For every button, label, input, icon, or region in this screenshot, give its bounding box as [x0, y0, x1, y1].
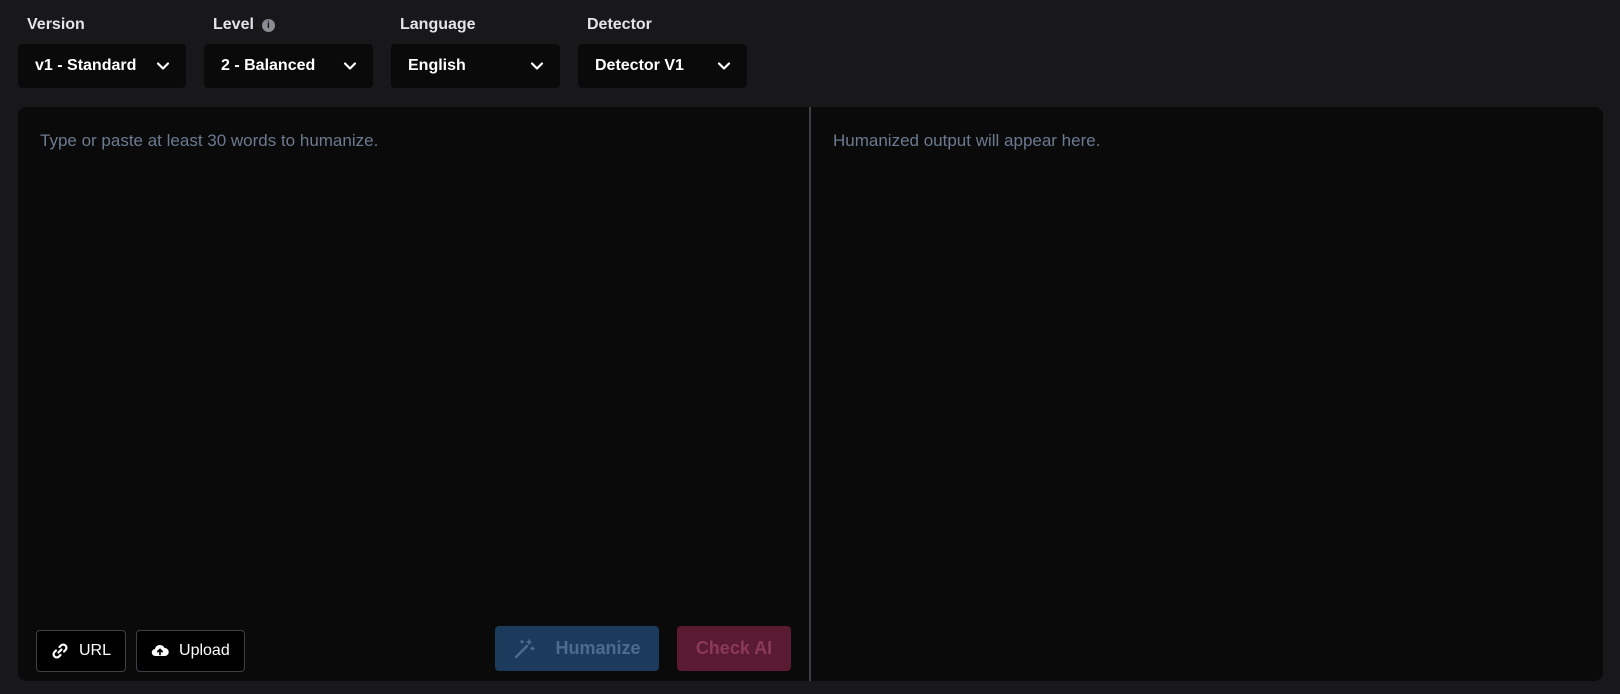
detector-field: Detector Detector V1: [578, 14, 747, 88]
level-field: Level i 2 - Balanced: [204, 14, 373, 88]
input-pane: URL Upload Humanize C: [18, 107, 811, 681]
magic-wand-icon: [515, 638, 536, 658]
language-label: Language: [400, 16, 476, 33]
detector-select-value: Detector V1: [595, 57, 684, 74]
language-select-value: English: [408, 57, 466, 74]
level-label: Level i: [204, 14, 373, 36]
chevron-down-icon: [530, 62, 544, 70]
primary-actions: Humanize Check AI: [495, 626, 791, 671]
upload-button-label: Upload: [179, 642, 230, 659]
detector-select[interactable]: Detector V1: [578, 44, 747, 88]
version-label: Version: [27, 16, 85, 33]
info-icon[interactable]: i: [261, 18, 275, 32]
humanize-button-label: Humanize: [555, 638, 641, 658]
output-pane: Humanized output will appear here.: [811, 107, 1603, 681]
url-button-label: URL: [79, 642, 112, 659]
chevron-down-icon: [343, 62, 357, 70]
link-icon: [52, 643, 68, 659]
input-actions: URL Upload: [36, 630, 245, 672]
settings-toolbar: Version v1 - Standard Level i 2 - Balanc…: [18, 14, 747, 88]
upload-button[interactable]: Upload: [136, 630, 245, 672]
language-select[interactable]: English: [391, 44, 560, 88]
chevron-down-icon: [156, 62, 170, 70]
check-ai-button-label: Check AI: [695, 638, 773, 658]
version-select-value: v1 - Standard: [35, 57, 137, 74]
humanize-button[interactable]: Humanize: [495, 626, 659, 671]
input-textarea[interactable]: [18, 107, 809, 611]
check-ai-button[interactable]: Check AI: [677, 626, 791, 671]
cloud-upload-icon: [151, 644, 169, 657]
editor-panel: URL Upload Humanize C: [18, 107, 1603, 681]
detector-label: Detector: [587, 16, 652, 33]
chevron-down-icon: [717, 62, 731, 70]
url-button[interactable]: URL: [36, 630, 127, 672]
language-field: Language English: [391, 14, 560, 88]
version-select[interactable]: v1 - Standard: [18, 44, 186, 88]
level-select[interactable]: 2 - Balanced: [204, 44, 373, 88]
version-field: Version v1 - Standard: [18, 14, 186, 88]
level-select-value: 2 - Balanced: [221, 57, 316, 74]
output-placeholder: Humanized output will appear here.: [833, 131, 1101, 150]
